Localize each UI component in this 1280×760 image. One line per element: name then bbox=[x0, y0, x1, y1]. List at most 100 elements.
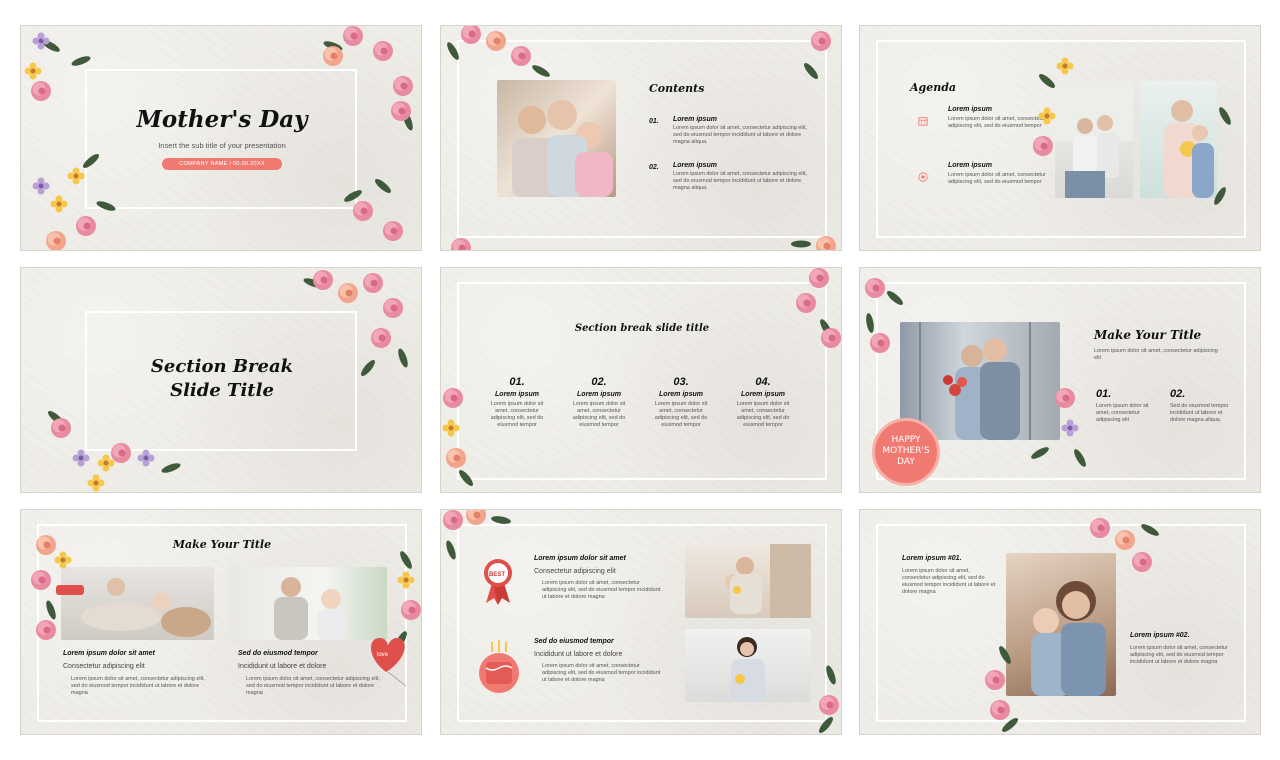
floral-photo-accent-icon bbox=[1029, 388, 1089, 469]
block-01: Lorem ipsum #01. Lorem ipsum dolor sit a… bbox=[902, 555, 997, 596]
section-title-line-2: Slide Title bbox=[170, 380, 274, 401]
contents-item-2: 02. Lorem ipsum Lorem ipsum dolor sit am… bbox=[649, 162, 809, 192]
floral-corner-topright-icon bbox=[796, 268, 841, 348]
contents-item-1: 01. Lorem ipsum Lorem ipsum dolor sit am… bbox=[649, 116, 809, 146]
slide-section-break[interactable]: Section Break Slide Title bbox=[20, 267, 422, 493]
block-text: Lorem ipsum dolor sit amet, consectetur … bbox=[542, 580, 661, 600]
column-num: 03. bbox=[673, 376, 689, 388]
section-columns-heading: Section break slide title bbox=[574, 323, 710, 334]
floral-side-left-icon bbox=[442, 388, 476, 488]
block-text: Lorem ipsum dolor sit amet, consectetur … bbox=[542, 663, 661, 683]
floral-corner-right-icon bbox=[322, 26, 415, 241]
contents-heading: Contents bbox=[649, 82, 705, 95]
card-title: Lorem ipsum dolor sit amet bbox=[63, 650, 155, 657]
floral-corner-bottomleft-icon bbox=[46, 408, 181, 492]
slide-make-title-cards[interactable]: Make Your Title love Lorem ipsum dolor s… bbox=[20, 509, 422, 735]
floral-corner-topright-icon bbox=[1090, 518, 1160, 572]
block-text: Lorem ipsum dolor sit amet, consectetur … bbox=[1130, 645, 1228, 665]
column-title: Lorem ipsum bbox=[495, 391, 539, 398]
slide-title[interactable]: Mother's Day Insert the sub title of you… bbox=[20, 25, 422, 251]
svg-text:BEST: BEST bbox=[489, 572, 505, 578]
block-title: Lorem ipsum #02. bbox=[1130, 632, 1190, 639]
slide-contents[interactable]: Contents 01. Lorem ipsum Lorem ipsum dol… bbox=[440, 25, 842, 251]
floral-accent-right-icon bbox=[1211, 105, 1234, 207]
column-title: Lorem ipsum bbox=[577, 391, 621, 398]
column-3: 03. Lorem ipsum Lorem ipsum dolor sit am… bbox=[650, 376, 712, 429]
block-title: Lorem ipsum #01. bbox=[902, 555, 962, 562]
slide-make-title-badge[interactable]: HAPPY MOTHER'S DAY Make Your Title Lorem… bbox=[859, 267, 1261, 493]
column-1: 01. Lorem ipsum Lorem ipsum dolor sit am… bbox=[486, 376, 548, 429]
calendar-icon bbox=[918, 117, 928, 126]
target-icon bbox=[918, 172, 928, 182]
badge-line: HAPPY bbox=[891, 435, 921, 445]
badge-line: MOTHER'S bbox=[882, 446, 930, 456]
floral-bottom-left-icon bbox=[985, 644, 1020, 734]
column-text: Lorem ipsum dolor sit amet, consectetur … bbox=[736, 401, 790, 428]
floral-corner-topright-icon bbox=[302, 270, 410, 378]
slide-title-text: Mother's Day bbox=[136, 106, 308, 133]
card-text: Lorem ipsum dolor sit amet, consectetur … bbox=[246, 676, 380, 696]
column-num: 01. bbox=[509, 376, 525, 388]
make-title-intro: Lorem ipsum dolor sit amet, consectetur … bbox=[1094, 348, 1218, 361]
contents-item-num: 01. bbox=[649, 118, 659, 125]
column-num: 04. bbox=[755, 376, 771, 388]
make-title-item-1: 01. Lorem ipsum dolor sit amet, consecte… bbox=[1096, 388, 1158, 424]
mother-son-photo bbox=[685, 544, 811, 618]
best-mom-ribbon-icon: BEST bbox=[484, 559, 512, 605]
block-title: Lorem ipsum dolor sit amet bbox=[534, 555, 626, 562]
agenda-heading: Agenda bbox=[910, 81, 957, 94]
column-text: Lorem ipsum dolor sit amet, consectetur … bbox=[490, 401, 544, 428]
contents-item-title: Lorem ipsum bbox=[673, 116, 717, 123]
slide-subtitle: Insert the sub title of your presentatio… bbox=[158, 141, 286, 150]
floral-corner-left-icon bbox=[24, 32, 117, 250]
item-text: Sed do eiusmod tempor incididunt ut labo… bbox=[1170, 403, 1229, 423]
floral-corner-bottomright-icon bbox=[816, 664, 839, 734]
column-4: 04. Lorem ipsum Lorem ipsum dolor sit am… bbox=[732, 376, 794, 429]
column-num: 02. bbox=[591, 376, 607, 388]
card-title: Sed do eiusmod tempor bbox=[238, 650, 318, 657]
block-subtitle: Incididunt ut labore et dolore bbox=[534, 651, 623, 658]
mother-daughter-hug-photo bbox=[685, 629, 811, 702]
birthday-cake-icon bbox=[479, 640, 519, 693]
block-02: Lorem ipsum #02. Lorem ipsum dolor sit a… bbox=[1130, 632, 1230, 666]
column-title: Lorem ipsum bbox=[659, 391, 703, 398]
card-subtitle: Incididunt ut labore et dolore bbox=[238, 663, 327, 670]
floral-corner-topleft-icon bbox=[444, 26, 552, 80]
contents-item-text: Lorem ipsum dolor sit amet, consectetur … bbox=[673, 171, 807, 191]
happy-mothers-day-badge: HAPPY MOTHER'S DAY bbox=[872, 418, 940, 486]
column-title: Lorem ipsum bbox=[741, 391, 785, 398]
badge-line: DAY bbox=[897, 457, 915, 467]
card-text: Lorem ipsum dolor sit amet, consectetur … bbox=[71, 676, 205, 696]
card-subtitle: Consectetur adipiscing elit bbox=[63, 663, 145, 670]
floral-bouquet-icon bbox=[31, 535, 84, 640]
slide-blocks-stickers[interactable]: BEST Lorem ipsum dolor sit amet Consecte… bbox=[440, 509, 842, 735]
section-title-line-1: Section Break bbox=[150, 356, 294, 377]
block-title: Sed do eiusmod tempor bbox=[534, 638, 614, 645]
floral-accent-icon bbox=[1033, 57, 1074, 156]
item-num: 01. bbox=[1096, 388, 1112, 400]
slide-agenda[interactable]: Agenda Lorem ipsum Lorem ipsum dolor sit… bbox=[859, 25, 1261, 251]
column-2: 02. Lorem ipsum Lorem ipsum dolor sit am… bbox=[568, 376, 630, 429]
contents-item-text: Lorem ipsum dolor sit amet, consectetur … bbox=[673, 125, 807, 145]
item-num: 02. bbox=[1170, 388, 1186, 400]
floral-corner-bottom-icon bbox=[451, 236, 836, 250]
column-text: Lorem ipsum dolor sit amet, consectetur … bbox=[654, 401, 708, 428]
company-date-pill: COMPANY NAME / 00.00.20XX bbox=[162, 158, 282, 170]
contents-item-title: Lorem ipsum bbox=[673, 162, 717, 169]
block-subtitle: Consectetur adipiscing elit bbox=[534, 568, 616, 575]
block-text: Lorem ipsum dolor sit amet, consectetur … bbox=[902, 568, 996, 595]
mother-child-photo bbox=[229, 567, 387, 640]
make-title-item-2: 02. Sed do eiusmod tempor incididunt ut … bbox=[1170, 388, 1238, 424]
slide-section-columns[interactable]: Section break slide title 01. Lorem ipsu… bbox=[440, 267, 842, 493]
item-text: Lorem ipsum dolor sit amet, consectetur … bbox=[1096, 403, 1149, 423]
column-text: Lorem ipsum dolor sit amet, consectetur … bbox=[572, 401, 626, 428]
contents-item-num: 02. bbox=[649, 164, 659, 171]
card-1: Lorem ipsum dolor sit amet Consectetur a… bbox=[63, 650, 213, 697]
block-2: Sed do eiusmod tempor Incididunt ut labo… bbox=[534, 638, 664, 684]
card-2: Sed do eiusmod tempor Incididunt ut labo… bbox=[238, 650, 383, 697]
block-1: Lorem ipsum dolor sit amet Consectetur a… bbox=[534, 555, 664, 601]
family-photo bbox=[497, 80, 616, 197]
make-title-heading: Make Your Title bbox=[1094, 328, 1202, 342]
floral-corner-topright-icon bbox=[801, 31, 831, 81]
slide-two-blocks[interactable]: Lorem ipsum #01. Lorem ipsum dolor sit a… bbox=[859, 509, 1261, 735]
